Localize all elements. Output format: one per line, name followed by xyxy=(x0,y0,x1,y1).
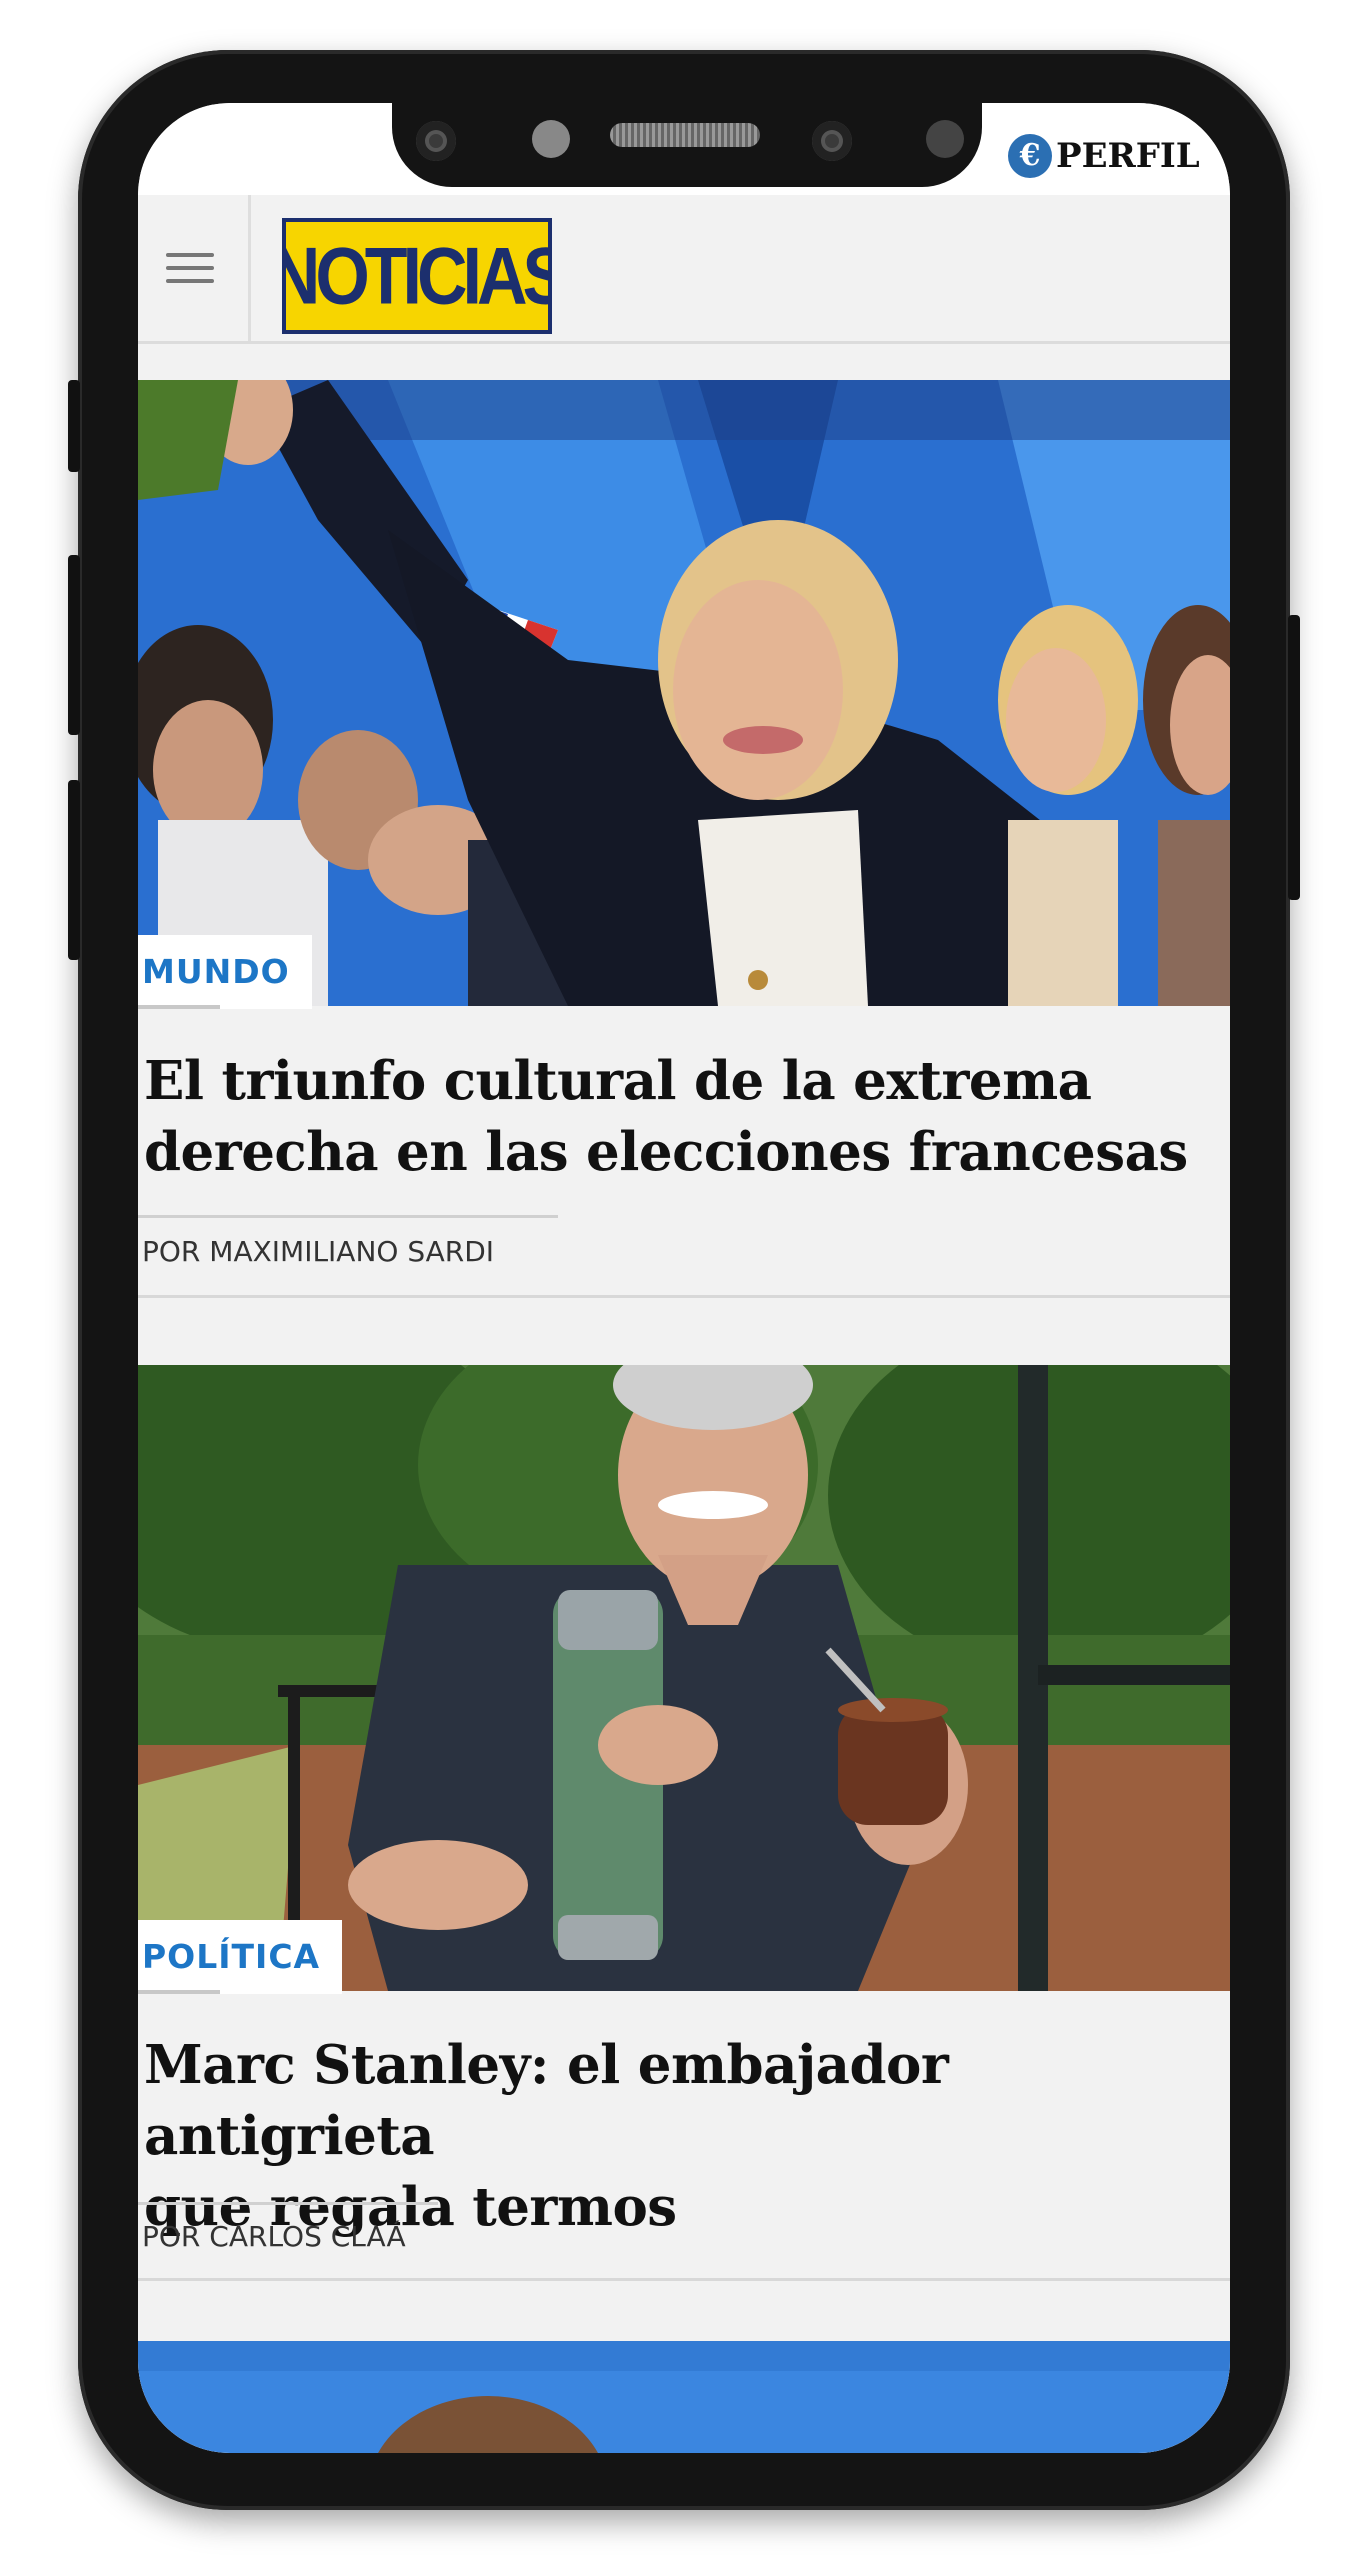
site-header: NOTICIAS xyxy=(138,195,1230,344)
hamburger-menu-icon-bar xyxy=(166,279,214,283)
proximity-sensor-icon xyxy=(812,121,852,161)
article-image[interactable] xyxy=(138,380,1230,1006)
noticias-logo-text: NOTICIAS xyxy=(282,231,552,321)
power-button xyxy=(1288,615,1300,900)
photo-le-pen-rally xyxy=(138,380,1230,1006)
volume-down-button xyxy=(68,780,80,960)
article-divider xyxy=(138,1295,1230,1298)
hamburger-menu-icon-bar xyxy=(166,266,214,270)
front-camera-icon xyxy=(416,121,456,161)
noticias-logo[interactable]: NOTICIAS xyxy=(282,218,552,334)
hamburger-menu-button[interactable] xyxy=(138,195,251,341)
article-divider xyxy=(138,2278,1230,2281)
headline-line: El triunfo cultural de la extrema xyxy=(144,1050,1092,1112)
article-byline: POR CARLOS CLAÁ xyxy=(142,2220,406,2253)
category-tag[interactable]: MUNDO xyxy=(138,935,312,1009)
hamburger-menu-icon xyxy=(166,253,214,257)
article-card[interactable] xyxy=(138,2341,1230,2453)
headline-line: Marc Stanley: el embajador antigrieta xyxy=(144,2034,949,2167)
byline-divider xyxy=(138,1215,558,1218)
article-image[interactable] xyxy=(138,1365,1230,1991)
sensor-icon xyxy=(532,120,570,158)
volume-up-button xyxy=(68,555,80,735)
category-tag[interactable]: POLÍTICA xyxy=(138,1920,343,1994)
article-card[interactable]: MUNDO El triunfo cultural de la extrema … xyxy=(138,380,1230,1310)
earpiece-speaker xyxy=(610,123,760,147)
perfil-brand-link[interactable]: € PERFIL xyxy=(1008,133,1200,179)
perfil-brand-name: PERFIL xyxy=(1056,136,1200,176)
headline-line: derecha en las elecciones francesas xyxy=(144,1121,1188,1183)
byline-divider xyxy=(138,2202,438,2205)
ambient-light-sensor-icon xyxy=(926,120,964,158)
perfil-logo-icon: € xyxy=(1008,134,1052,178)
article-byline: POR MAXIMILIANO SARDI xyxy=(142,1235,495,1268)
photo-marc-stanley-mate xyxy=(138,1365,1230,1991)
phone-screen: € PERFIL NOTICIAS MUNDO El triunfo cultu… xyxy=(138,103,1230,2453)
article-image-partial[interactable] xyxy=(138,2341,1230,2453)
phone-notch xyxy=(392,103,982,187)
article-headline[interactable]: Marc Stanley: el embajador antigrieta qu… xyxy=(144,2030,1204,2243)
article-headline[interactable]: El triunfo cultural de la extrema derech… xyxy=(144,1046,1204,1188)
article-card[interactable]: POLÍTICA Marc Stanley: el embajador anti… xyxy=(138,1365,1230,2293)
mute-switch xyxy=(68,380,80,472)
